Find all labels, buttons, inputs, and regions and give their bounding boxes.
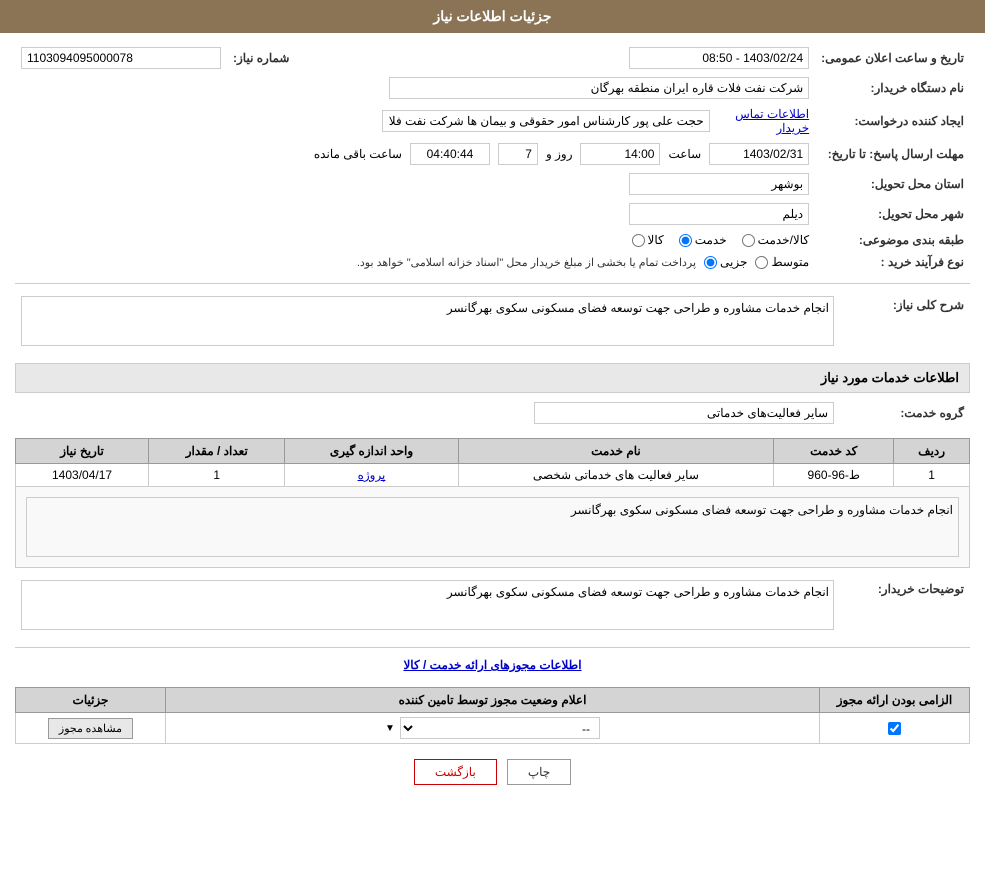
col-tedad: تعداد / مقدار — [149, 439, 285, 464]
mohlat-remaining-input — [410, 143, 490, 165]
mohlat-label: مهلت ارسال پاسخ: تا تاریخ: — [815, 139, 970, 169]
cell-tarikh: 1403/04/17 — [16, 464, 149, 487]
back-button[interactable]: بازگشت — [414, 759, 497, 785]
col-radif: ردیف — [894, 439, 970, 464]
permit-status-select[interactable]: -- — [400, 717, 600, 739]
shomare-niaz-label: شماره نیاز: — [227, 43, 343, 73]
page-title: جزئیات اطلاعات نیاز — [433, 8, 551, 24]
shahr-label: شهر محل تحویل: — [815, 199, 970, 229]
tabaqe-kala-radio[interactable] — [632, 234, 645, 247]
page-header: جزئیات اطلاعات نیاز — [0, 0, 985, 33]
permit-col-elzami: الزامی بودن ارائه مجوز — [820, 688, 970, 713]
permit-col-detail: جزئیات — [16, 688, 166, 713]
permits-section: الزامی بودن ارائه مجوز اعلام وضعیت مجوز … — [15, 687, 970, 744]
nam-dastgah-input[interactable] — [389, 77, 809, 99]
tabaqe-kala-khedmat-radio[interactable] — [742, 234, 755, 247]
col-tarikh: تاریخ نیاز — [16, 439, 149, 464]
grouh-table: گروه خدمت: — [15, 398, 970, 428]
chevron-down-icon: ▼ — [385, 723, 395, 734]
mohlat-date-input — [709, 143, 809, 165]
services-table: ردیف کد خدمت نام خدمت واحد اندازه گیری ت… — [15, 438, 970, 568]
motavasset-radio[interactable] — [755, 256, 768, 269]
tabaqe-kala-label: کالا — [648, 233, 664, 247]
ostan-label: استان محل تحویل: — [815, 169, 970, 199]
motavasset-label: متوسط — [771, 255, 809, 269]
sharh-table: شرح کلی نیاز: انجام خدمات مشاوره و طراحی… — [15, 292, 970, 353]
buyer-desc-textarea[interactable]: انجام خدمات مشاوره و طراحی جهت توسعه فضا… — [21, 580, 834, 630]
jazii-label: جزیی — [720, 255, 747, 269]
table-row: 1 ط-96-960 سایر فعالیت های خدماتی شخصی پ… — [16, 464, 970, 487]
elzami-checkbox[interactable] — [888, 722, 901, 735]
ostan-input — [629, 173, 809, 195]
permit-detail-cell: مشاهده مجوز — [16, 713, 166, 744]
cell-kod: ط-96-960 — [774, 464, 894, 487]
cell-name: سایر فعالیت های خدماتی شخصی — [458, 464, 774, 487]
permit-row: -- ▼ مشاهده مجوز — [16, 713, 970, 744]
print-button[interactable]: چاپ — [507, 759, 571, 785]
cell-tedad: 1 — [149, 464, 285, 487]
jazii-radio[interactable] — [704, 256, 717, 269]
tarikh-label: تاریخ و ساعت اعلان عمومی: — [815, 43, 970, 73]
mohlat-time-label: ساعت — [668, 147, 701, 161]
content-area: تاریخ و ساعت اعلان عمومی: شماره نیاز: نا… — [0, 33, 985, 810]
permits-table: الزامی بودن ارائه مجوز اعلام وضعیت مجوز … — [15, 687, 970, 744]
tarikh-input[interactable] — [629, 47, 809, 69]
shomare-niaz-input[interactable] — [21, 47, 221, 69]
desc-row: انجام خدمات مشاوره و طراحی جهت توسعه فضا… — [16, 487, 970, 568]
buyer-desc-table: توضیحات خریدار: انجام خدمات مشاوره و طرا… — [15, 576, 970, 637]
desc-box: انجام خدمات مشاوره و طراحی جهت توسعه فضا… — [26, 497, 959, 557]
shahr-input — [629, 203, 809, 225]
permit-status-cell: -- ▼ — [166, 713, 820, 744]
permit-elzami-cell — [820, 713, 970, 744]
grouh-label: گروه خدمت: — [840, 398, 970, 428]
ijad-konande-input[interactable] — [382, 110, 710, 132]
permit-col-status: اعلام وضعیت مجوز توسط تامین کننده — [166, 688, 820, 713]
noe-farayand-label: نوع فرآیند خرید : — [815, 251, 970, 273]
tabaqe-khedmat-radio[interactable] — [679, 234, 692, 247]
nam-dastgah-label: نام دستگاه خریدار: — [815, 73, 970, 103]
mojavez-section-link[interactable]: اطلاعات مجوزهای ارائه خدمت / کالا — [15, 658, 970, 672]
mohlat-remaining-label: ساعت باقی مانده — [314, 147, 402, 161]
view-permit-button[interactable]: مشاهده مجوز — [48, 718, 133, 739]
mohlat-time-input — [580, 143, 660, 165]
action-buttons: چاپ بازگشت — [15, 759, 970, 785]
col-vahad: واحد اندازه گیری — [285, 439, 458, 464]
grouh-input — [534, 402, 834, 424]
tabaqe-khedmat-label: خدمت — [695, 233, 727, 247]
etelasat-tamas-link[interactable]: اطلاعات تماس خریدار — [715, 107, 810, 135]
cell-vahad: پروژه — [285, 464, 458, 487]
sharh-textarea[interactable]: انجام خدمات مشاوره و طراحی جهت توسعه فضا… — [21, 296, 834, 346]
info-table: تاریخ و ساعت اعلان عمومی: شماره نیاز: نا… — [15, 43, 970, 273]
tabaqe-kala-khedmat-label: کالا/خدمت — [758, 233, 809, 247]
mohlat-days-input — [498, 143, 538, 165]
page-container: جزئیات اطلاعات نیاز تاریخ و ساعت اعلان ع… — [0, 0, 985, 875]
cell-radif: 1 — [894, 464, 970, 487]
tabaqe-label: طبقه بندی موضوعی: — [815, 229, 970, 251]
mohlat-day-label: روز و — [546, 147, 573, 161]
ijad-konande-label: ایجاد کننده درخواست: — [815, 103, 970, 139]
farayand-note: پرداخت تمام یا بخشی از مبلغ خریدار محل "… — [357, 256, 696, 269]
sharh-label: شرح کلی نیاز: — [840, 292, 970, 353]
buyer-desc-label: توضیحات خریدار: — [840, 576, 970, 637]
col-name: نام خدمت — [458, 439, 774, 464]
khadamat-section-header: اطلاعات خدمات مورد نیاز — [15, 363, 970, 393]
col-kod: کد خدمت — [774, 439, 894, 464]
